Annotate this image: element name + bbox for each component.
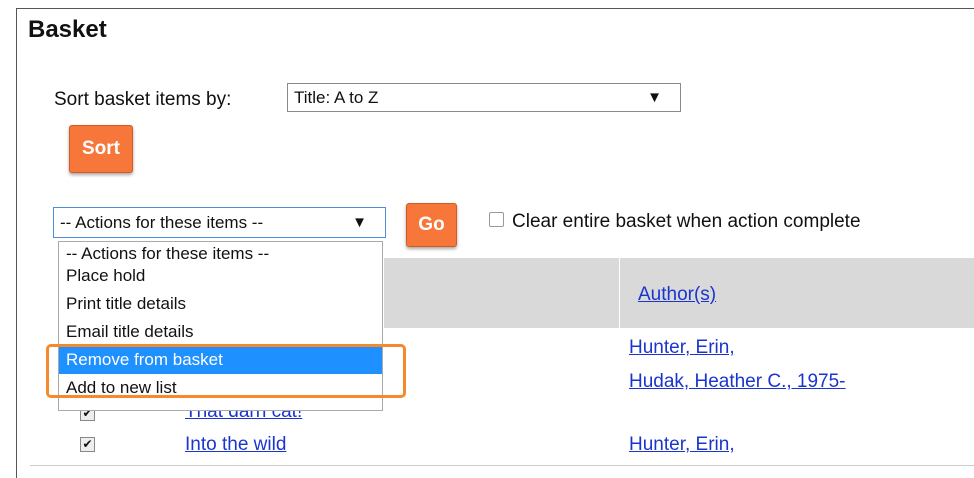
row-checkbox[interactable]: ✔ [80, 437, 95, 452]
sort-select[interactable]: Title: A to Z ▼ [287, 83, 681, 112]
clear-basket-label: Clear entire basket when action complete [512, 211, 861, 232]
author-link[interactable]: Hunter, Erin, [629, 434, 735, 456]
dropdown-option[interactable]: Place hold [59, 262, 382, 290]
triangle-down-icon: ▼ [352, 214, 367, 231]
page-title: Basket [28, 16, 107, 43]
title-link[interactable]: Into the wild [185, 434, 286, 456]
actions-select-value: -- Actions for these items -- [60, 213, 264, 232]
triangle-down-icon: ▼ [647, 89, 662, 106]
dropdown-option[interactable]: Print title details [59, 290, 382, 318]
clear-basket-checkbox[interactable] [489, 212, 504, 227]
sort-button[interactable]: Sort [69, 125, 133, 173]
author-link[interactable]: Hunter, Erin, [629, 337, 735, 359]
sort-select-value: Title: A to Z [294, 88, 379, 107]
sort-label: Sort basket items by: [54, 89, 232, 110]
author-link[interactable]: Hudak, Heather C., 1975- [629, 371, 846, 393]
row-divider [30, 465, 974, 466]
dropdown-option[interactable]: -- Actions for these items -- [59, 242, 382, 262]
dropdown-option[interactable]: Email title details [59, 318, 382, 346]
author-column-header[interactable]: Author(s) [638, 284, 716, 306]
actions-select[interactable]: -- Actions for these items -- ▼ [53, 207, 386, 238]
highlight-outline [46, 344, 406, 398]
check-icon: ✔ [82, 437, 93, 451]
go-button[interactable]: Go [406, 203, 457, 247]
header-divider [619, 258, 620, 328]
